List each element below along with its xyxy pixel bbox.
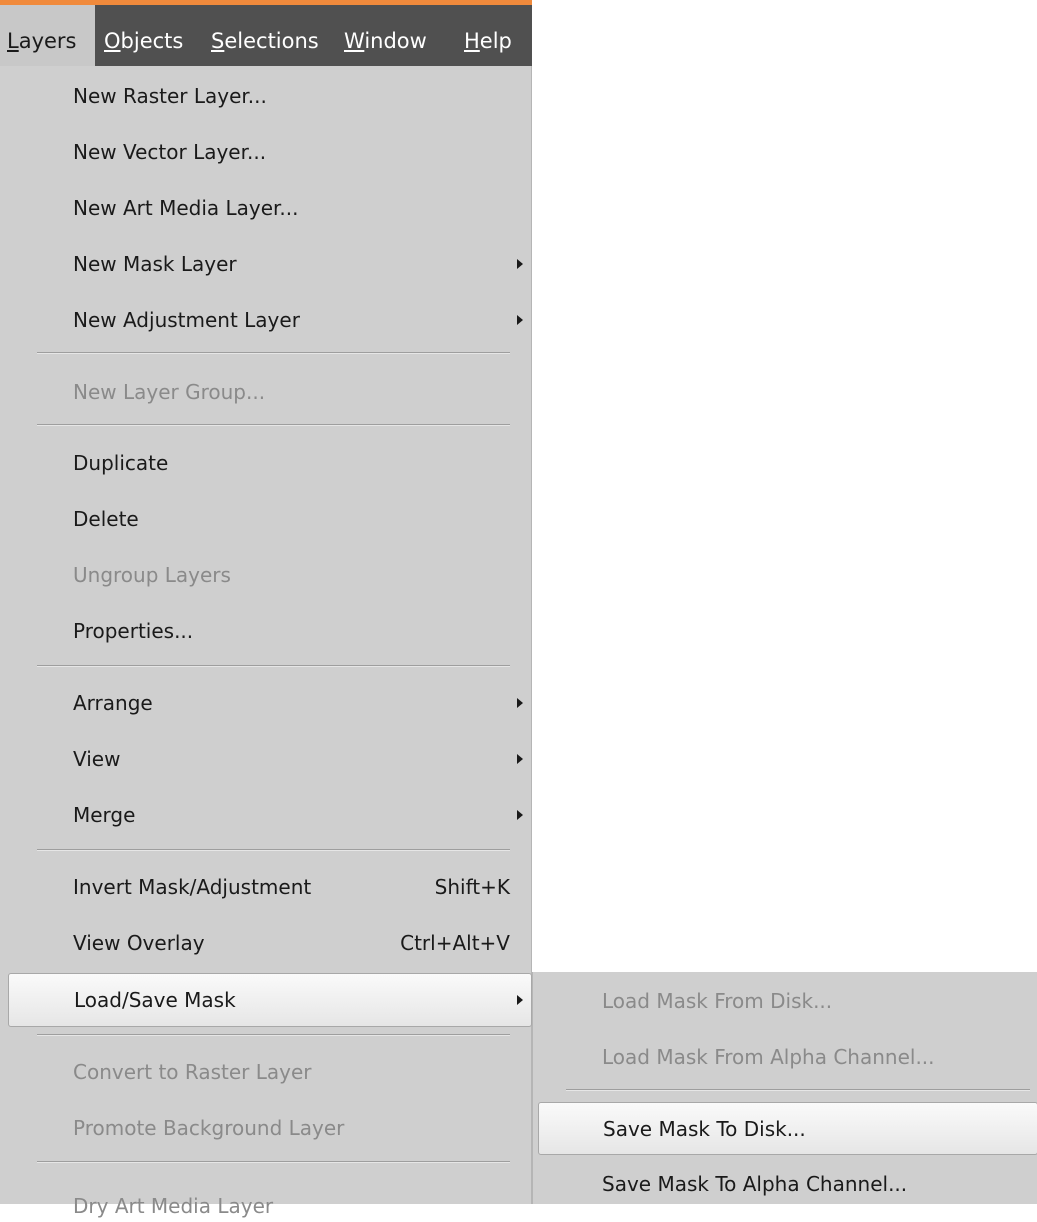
- menu-item-properties[interactable]: Properties...: [0, 605, 532, 657]
- menu-item-label: Dry Art Media Layer: [73, 1194, 274, 1218]
- menu-item-label: Invert Mask/Adjustment: [73, 875, 312, 899]
- menubar-window[interactable]: Window: [344, 5, 427, 66]
- menu-item-convert-to-raster-layer[interactable]: Convert to Raster Layer: [0, 1046, 532, 1098]
- submenu-item-load-mask-from-alpha-channel[interactable]: Load Mask From Alpha Channel...: [533, 1030, 1037, 1084]
- menu-item-arrange[interactable]: Arrange: [0, 677, 532, 729]
- menu-item-label: Arrange: [73, 691, 153, 715]
- submenu-arrow-icon: [517, 259, 523, 269]
- menu-item-load-save-mask[interactable]: Load/Save Mask: [8, 973, 532, 1027]
- menubar-layers-mnemonic: L: [7, 29, 19, 53]
- menu-item-label: New Raster Layer...: [73, 84, 267, 108]
- menu-item-new-raster-layer[interactable]: New Raster Layer...: [0, 70, 532, 122]
- menu-item-delete[interactable]: Delete: [0, 493, 532, 545]
- menubar-help-mnemonic: H: [464, 29, 480, 53]
- menubar-selections[interactable]: Selections: [211, 5, 319, 66]
- submenu-item-save-mask-to-disk[interactable]: Save Mask To Disk...: [538, 1102, 1037, 1155]
- menu-item-view[interactable]: View: [0, 733, 532, 785]
- shortcut-text: Shift+K: [434, 875, 510, 899]
- menubar-layers[interactable]: Layers: [0, 5, 95, 66]
- menubar-selections-mnemonic: S: [211, 29, 225, 53]
- menubar-help-label: elp: [479, 29, 512, 53]
- shortcut-text: Ctrl+Alt+V: [400, 931, 510, 955]
- submenu-item-label: Load Mask From Alpha Channel...: [602, 1045, 935, 1069]
- submenu-arrow-icon: [517, 698, 523, 708]
- menu-separator: [37, 1161, 510, 1163]
- menu-item-merge[interactable]: Merge: [0, 789, 532, 841]
- menubar-objects-mnemonic: O: [104, 29, 121, 53]
- menu-item-label: Convert to Raster Layer: [73, 1060, 312, 1084]
- menu-item-view-overlay[interactable]: View Overlay Ctrl+Alt+V: [0, 917, 532, 969]
- menu-item-label: New Mask Layer: [73, 252, 237, 276]
- menu-item-label: Ungroup Layers: [73, 563, 231, 587]
- submenu-item-label: Save Mask To Disk...: [603, 1116, 806, 1141]
- menu-item-promote-background-layer[interactable]: Promote Background Layer: [0, 1102, 532, 1154]
- submenu-arrow-icon: [517, 995, 523, 1005]
- menu-item-label: View Overlay: [73, 931, 205, 955]
- menu-item-new-vector-layer[interactable]: New Vector Layer...: [0, 126, 532, 178]
- menu-item-label: New Art Media Layer...: [73, 196, 299, 220]
- menu-item-ungroup-layers[interactable]: Ungroup Layers: [0, 549, 532, 601]
- menu-separator: [37, 352, 510, 354]
- menu-item-label: New Adjustment Layer: [73, 308, 300, 332]
- menu-separator: [37, 849, 510, 851]
- menu-item-label: Delete: [73, 507, 139, 531]
- menubar-window-label: indow: [364, 29, 427, 53]
- menu-item-label: Promote Background Layer: [73, 1116, 345, 1140]
- menubar-objects-label: bjects: [120, 29, 184, 53]
- menu-item-new-art-media-layer[interactable]: New Art Media Layer...: [0, 182, 532, 234]
- menu-item-label: View: [73, 747, 121, 771]
- menu-item-label: Load/Save Mask: [74, 988, 236, 1012]
- menu-item-label: Merge: [73, 803, 136, 827]
- submenu-item-save-mask-to-alpha-channel[interactable]: Save Mask To Alpha Channel...: [533, 1158, 1037, 1210]
- submenu-separator: [566, 1089, 1030, 1091]
- menu-separator: [37, 424, 510, 426]
- layers-menu: New Raster Layer... New Vector Layer... …: [0, 66, 532, 1218]
- submenu-arrow-icon: [517, 315, 523, 325]
- submenu-item-load-mask-from-disk[interactable]: Load Mask From Disk...: [533, 974, 1037, 1028]
- menubar-window-mnemonic: W: [344, 29, 365, 53]
- menu-item-new-layer-group[interactable]: New Layer Group...: [0, 366, 532, 418]
- menu-item-dry-art-media-layer[interactable]: Dry Art Media Layer: [0, 1170, 532, 1222]
- load-save-mask-submenu: Load Mask From Disk... Load Mask From Al…: [532, 972, 1037, 1204]
- menubar-help[interactable]: Help: [464, 5, 512, 66]
- menu-separator: [37, 665, 510, 667]
- menu-item-new-mask-layer[interactable]: New Mask Layer: [0, 238, 532, 290]
- menu-item-duplicate[interactable]: Duplicate: [0, 437, 532, 489]
- menu-item-invert-mask-adjustment[interactable]: Invert Mask/Adjustment Shift+K: [0, 861, 532, 913]
- menubar-layers-label: ayers: [18, 29, 77, 53]
- menu-item-label: New Vector Layer...: [73, 140, 267, 164]
- submenu-item-label: Load Mask From Disk...: [602, 989, 833, 1013]
- menu-item-label: New Layer Group...: [73, 380, 266, 404]
- menu-item-label: Properties...: [73, 619, 194, 643]
- menubar-objects[interactable]: Objects: [104, 5, 183, 66]
- submenu-item-label: Save Mask To Alpha Channel...: [602, 1172, 908, 1196]
- menu-bar: Layers Objects Selections Window Help: [0, 0, 532, 66]
- menubar-selections-label: elections: [224, 29, 319, 53]
- submenu-arrow-icon: [517, 754, 523, 764]
- menu-separator: [37, 1034, 510, 1036]
- submenu-arrow-icon: [517, 810, 523, 820]
- menu-item-label: Duplicate: [73, 451, 169, 475]
- menu-item-new-adjustment-layer[interactable]: New Adjustment Layer: [0, 294, 532, 346]
